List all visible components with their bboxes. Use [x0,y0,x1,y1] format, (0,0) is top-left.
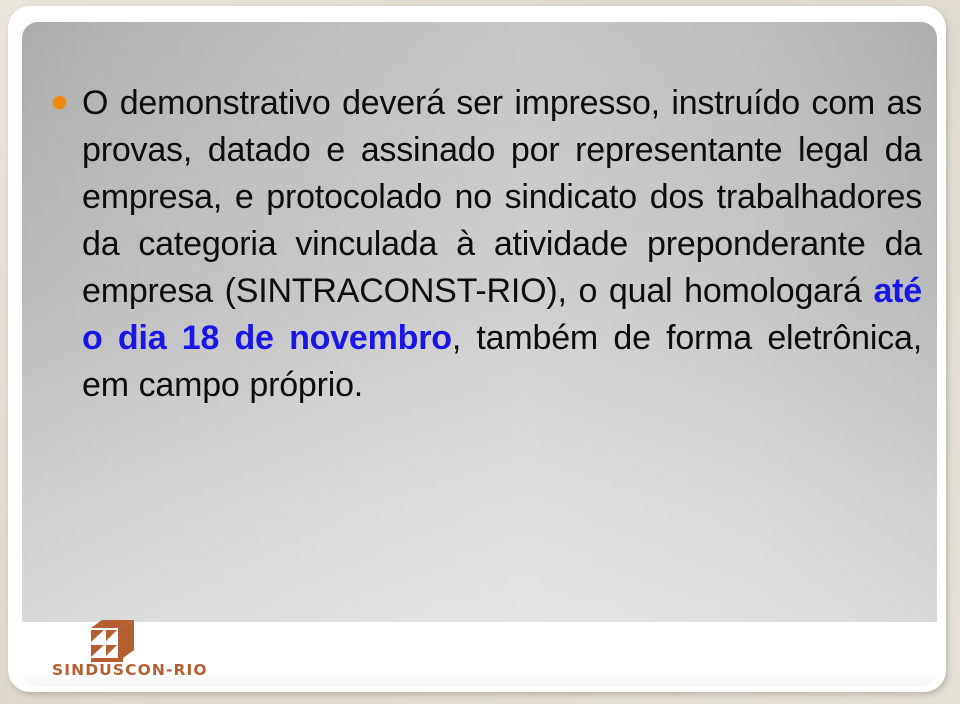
siduscon-cube-icon [80,620,134,662]
body-text-block: O demonstrativo deverá ser impresso, ins… [53,46,922,443]
orange-dot-bullet-icon [53,96,66,109]
siduscon-cube-icon-svg [91,620,134,662]
card-bottom-shade [22,672,937,686]
content-panel: O demonstrativo deverá ser impresso, ins… [22,22,937,622]
bullet-paragraph: O demonstrativo deverá ser impresso, ins… [53,80,922,409]
slide: O demonstrativo deverá ser impresso, ins… [0,0,960,704]
paragraph-segment-1: O demonstrativo deverá ser impresso, ins… [82,84,922,310]
